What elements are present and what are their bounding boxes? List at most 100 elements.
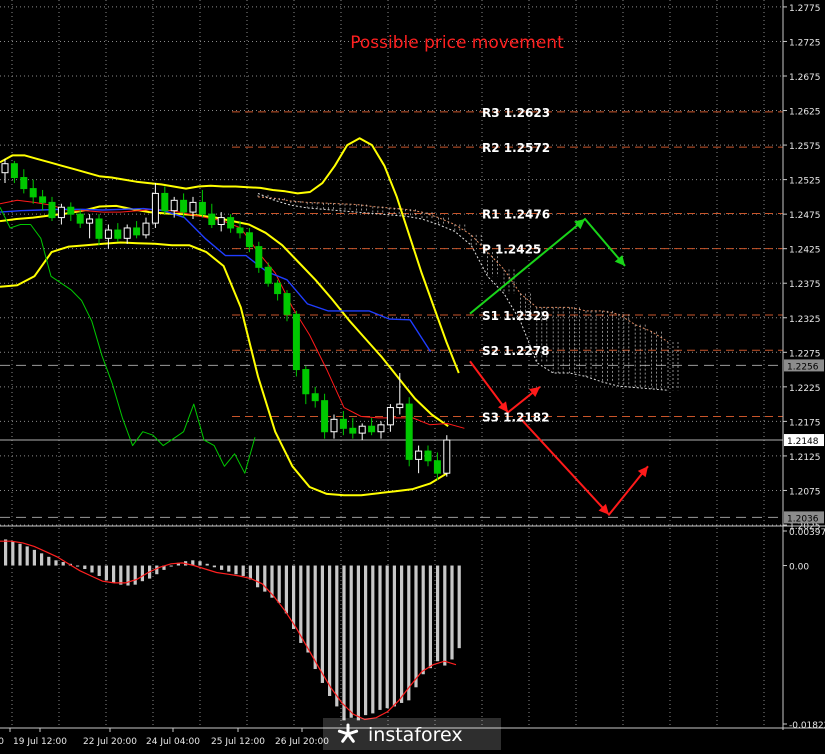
oscillator-bar — [443, 565, 447, 666]
oscillator-bar — [378, 565, 382, 710]
oscillator-bar — [25, 546, 29, 566]
oscillator-bar — [140, 565, 144, 582]
price-axis-tick-label: 1.2475 — [789, 211, 821, 221]
oscillator-bar — [277, 565, 281, 603]
oscillator-bar — [248, 565, 252, 580]
candle-up — [57, 206, 65, 219]
price-axis-tick-label: 1.2425 — [789, 246, 821, 256]
candle-down — [349, 427, 357, 434]
time-axis-label: 25 Jul 12:00 — [211, 737, 265, 747]
candle-up — [142, 222, 150, 236]
pivot-level-label: S3 1.2182 — [482, 411, 549, 425]
pivot-level-label: R1 1.2476 — [482, 207, 550, 221]
oscillator-bar — [47, 556, 51, 566]
oscillator-bar — [457, 565, 461, 649]
oscillator-bar — [428, 565, 432, 669]
oscillator-bar — [436, 565, 440, 662]
candle-down — [339, 418, 347, 429]
oscillator-bar — [356, 565, 360, 721]
oscillator-bar — [155, 565, 159, 575]
candle-down — [10, 163, 18, 179]
oscillator-bar — [40, 553, 44, 566]
price-axis-tick-label: 1.2275 — [789, 349, 821, 359]
price-axis-tick-label: 1.2125 — [789, 453, 821, 463]
candle-down — [433, 460, 441, 474]
oscillator-bar — [104, 565, 108, 581]
chart-background — [0, 0, 825, 750]
current-price-label: 1.2148 — [787, 437, 819, 447]
candle-down — [424, 450, 432, 462]
pivot-level-label: R3 1.2623 — [482, 106, 550, 120]
oscillator-bar — [11, 541, 15, 566]
oscillator-bar — [227, 565, 231, 572]
oscillator-bar — [54, 560, 58, 566]
oscillator-bar — [97, 565, 101, 576]
price-axis-tick-label: 1.2775 — [789, 4, 821, 14]
oscillator-bar — [169, 565, 173, 567]
candle-down — [274, 282, 282, 295]
candle-down — [161, 192, 169, 212]
oscillator-bar — [90, 565, 94, 573]
candle-down — [227, 217, 235, 229]
price-axis-tick-label: 1.2625 — [789, 108, 821, 118]
oscillator-bar — [320, 565, 324, 683]
candle-down — [283, 293, 291, 315]
candle-down — [67, 206, 75, 215]
pivot-level-label: P 1.2425 — [482, 243, 541, 257]
candle-down — [368, 425, 376, 433]
candle-up — [104, 229, 112, 239]
candle-down — [236, 227, 244, 234]
candle-down — [198, 201, 206, 215]
oscillator-bar — [220, 565, 224, 570]
oscillator-bar — [306, 565, 310, 653]
oscillator-axis-label: 0.00397 — [789, 528, 825, 538]
candle-down — [208, 213, 216, 226]
time-axis-label: 19 Jul 12:00 — [13, 737, 67, 747]
candle-up — [123, 227, 131, 239]
candle-up — [377, 424, 385, 433]
price-axis-tick-label: 1.2575 — [789, 142, 821, 152]
candle-up — [151, 192, 159, 224]
candle-up — [358, 425, 366, 434]
oscillator-bar — [392, 565, 396, 707]
oscillator-bar — [61, 562, 65, 566]
oscillator-bar — [385, 565, 389, 709]
price-tag-label: 1.2256 — [787, 362, 819, 372]
oscillator-bar — [4, 539, 8, 566]
time-axis-label: 24 Jul 04:00 — [146, 737, 200, 747]
candle-down — [29, 188, 37, 198]
pivot-level-label: S2 1.2278 — [482, 344, 549, 358]
oscillator-bar — [32, 549, 36, 566]
oscillator-bar — [292, 565, 296, 630]
candle-down — [39, 196, 47, 203]
oscillator-bar — [256, 565, 260, 588]
price-axis-tick-label: 1.2325 — [789, 315, 821, 325]
oscillator-axis-label: -0.01822 — [789, 721, 825, 731]
oscillator-bar — [133, 565, 137, 585]
candle-down — [95, 218, 103, 239]
oscillator-bar — [18, 543, 22, 566]
watermark: instaforex — [323, 718, 501, 750]
oscillator-bar — [450, 565, 454, 660]
price-axis-tick-label: 1.2225 — [789, 384, 821, 394]
pivot-level-label: S1 1.2329 — [482, 309, 549, 323]
oscillator-bar — [76, 565, 80, 567]
oscillator-bar — [421, 565, 425, 675]
candle-up — [217, 217, 225, 226]
candle-down — [114, 229, 122, 239]
oscillator-bar — [112, 565, 116, 583]
pivot-level-label: R2 1.2572 — [482, 141, 550, 155]
oscillator-bar — [414, 565, 418, 688]
oscillator-bar — [83, 565, 87, 570]
oscillator-bar — [407, 565, 411, 701]
candle-down — [302, 369, 310, 395]
price-axis-tick-label: 1.2675 — [789, 73, 821, 83]
candle-up — [330, 418, 338, 433]
oscillator-axis-label: 0.00 — [789, 563, 809, 573]
candle-up — [386, 407, 394, 426]
oscillator-bar — [198, 561, 202, 566]
oscillator-bar — [364, 565, 368, 716]
candle-up — [396, 403, 404, 409]
candle-down — [20, 177, 28, 190]
candle-down — [311, 393, 319, 402]
